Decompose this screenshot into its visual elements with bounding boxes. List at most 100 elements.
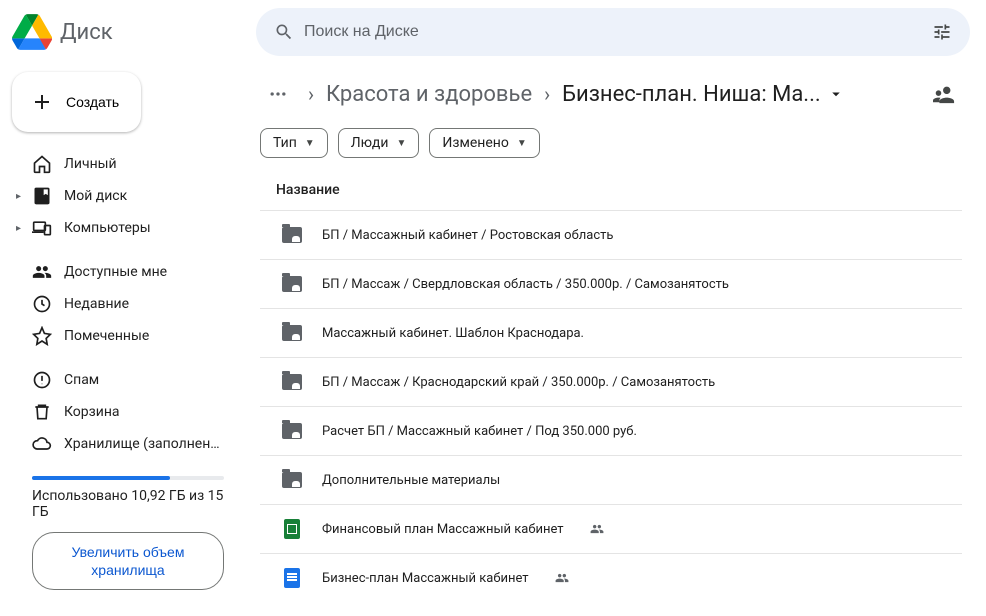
folder-shared-icon xyxy=(282,423,302,439)
filter-label: Тип xyxy=(273,135,297,151)
filter-row: Тип ▼ Люди ▼ Изменено ▼ xyxy=(260,128,962,158)
sidebar-item-label: Недавние xyxy=(64,296,129,312)
sheets-icon xyxy=(284,519,300,539)
breadcrumb-parent[interactable]: Красота и здоровье xyxy=(326,82,532,107)
storage-fill xyxy=(32,476,170,480)
sidebar-item-label: Спам xyxy=(64,372,99,388)
drive-icon xyxy=(32,186,52,206)
search-input[interactable] xyxy=(304,23,922,41)
file-icon-wrap xyxy=(280,223,304,247)
chevron-down-icon xyxy=(827,85,845,103)
search-bar[interactable] xyxy=(256,8,970,56)
people-icon xyxy=(32,262,52,282)
sidebar-item-label: Хранилище (заполнено ... xyxy=(64,436,224,452)
chevron-down-icon: ▼ xyxy=(305,138,315,149)
sidebar-item-storage[interactable]: Хранилище (заполнено ... xyxy=(12,428,236,460)
sidebar-item-trash[interactable]: Корзина xyxy=(12,396,236,428)
file-icon-wrap xyxy=(280,370,304,394)
chevron-down-icon: ▼ xyxy=(396,138,406,149)
more-breadcrumb-button[interactable] xyxy=(260,76,296,112)
nav-group-1: Доступные мне Недавние Помеченные xyxy=(12,256,236,352)
file-row[interactable]: БП / Массаж / Свердловская область / 350… xyxy=(260,259,962,308)
sidebar-item-spam[interactable]: Спам xyxy=(12,364,236,396)
file-list: БП / Массажный кабинет / Ростовская обла… xyxy=(260,210,962,602)
trash-icon xyxy=(32,402,52,422)
filter-modified[interactable]: Изменено ▼ xyxy=(429,128,539,158)
folder-shared-icon xyxy=(282,227,302,243)
share-button[interactable] xyxy=(926,76,962,112)
docs-icon xyxy=(284,568,300,588)
file-name: Финансовый план Массажный кабинет xyxy=(322,522,564,537)
nav-group-2: Спам Корзина Хранилище (заполнено ... xyxy=(12,364,236,460)
clock-icon xyxy=(32,294,52,314)
file-icon-wrap xyxy=(280,468,304,492)
chevron-right-icon: › xyxy=(304,82,318,106)
spam-icon xyxy=(32,370,52,390)
file-row[interactable]: Бизнес-план Массажный кабинет xyxy=(260,553,962,602)
breadcrumb-current[interactable]: Бизнес-план. Ниша: Ма... xyxy=(562,82,845,107)
file-name: БП / Массажный кабинет / Ростовская обла… xyxy=(322,228,613,243)
sidebar-item-starred[interactable]: Помеченные xyxy=(12,320,236,352)
folder-shared-icon xyxy=(282,472,302,488)
folder-shared-icon xyxy=(282,374,302,390)
create-button-label: Создать xyxy=(66,94,119,110)
folder-shared-icon xyxy=(282,325,302,341)
sidebar-item-recent[interactable]: Недавние xyxy=(12,288,236,320)
home-icon xyxy=(32,154,52,174)
tune-icon[interactable] xyxy=(922,22,962,42)
devices-icon xyxy=(32,218,52,238)
sidebar-item-label: Личный xyxy=(64,156,117,172)
file-row[interactable]: Дополнительные материалы xyxy=(260,455,962,504)
main-content: › Красота и здоровье › Бизнес-план. Ниша… xyxy=(248,64,986,616)
sidebar-item-label: Помеченные xyxy=(64,328,149,344)
sidebar-item-label: Мой диск xyxy=(64,188,127,204)
file-row[interactable]: Расчет БП / Массажный кабинет / Под 350.… xyxy=(260,406,962,455)
people-icon xyxy=(933,83,955,105)
folder-shared-icon xyxy=(282,276,302,292)
upgrade-storage-button[interactable]: Увеличить объем хранилища xyxy=(32,532,224,590)
file-row[interactable]: Массажный кабинет. Шаблон Краснодара. xyxy=(260,308,962,357)
storage-bar xyxy=(32,476,224,480)
sidebar-item-label: Корзина xyxy=(64,404,120,420)
header: Диск xyxy=(0,0,986,64)
file-name: Дополнительные материалы xyxy=(322,473,500,488)
chevron-right-icon: › xyxy=(540,82,554,106)
sidebar-item-mydrive[interactable]: ▸ Мой диск xyxy=(12,180,236,212)
shared-icon xyxy=(588,522,606,536)
search-icon[interactable] xyxy=(264,22,304,42)
filter-people[interactable]: Люди ▼ xyxy=(338,128,420,158)
sidebar-item-computers[interactable]: ▸ Компьютеры xyxy=(12,212,236,244)
shared-icon xyxy=(553,571,571,585)
cloud-icon xyxy=(32,434,52,454)
star-icon xyxy=(32,326,52,346)
filter-label: Изменено xyxy=(442,135,508,151)
sidebar-item-shared[interactable]: Доступные мне xyxy=(12,256,236,288)
sidebar: Создать Личный ▸ Мой диск ▸ Компьютеры xyxy=(0,64,248,616)
sidebar-item-label: Доступные мне xyxy=(64,264,167,280)
more-horizontal-icon xyxy=(268,84,288,104)
file-row[interactable]: БП / Массажный кабинет / Ростовская обла… xyxy=(260,210,962,259)
chevron-right-icon[interactable]: ▸ xyxy=(16,191,21,202)
create-button[interactable]: Создать xyxy=(12,72,141,132)
shared-badge xyxy=(588,522,606,536)
logo-block[interactable]: Диск xyxy=(12,12,248,52)
chevron-down-icon: ▼ xyxy=(517,138,527,149)
file-icon-wrap xyxy=(280,321,304,345)
sidebar-item-home[interactable]: Личный xyxy=(12,148,236,180)
shared-badge xyxy=(553,571,571,585)
filter-type[interactable]: Тип ▼ xyxy=(260,128,328,158)
file-row[interactable]: Финансовый план Массажный кабинет xyxy=(260,504,962,553)
plus-icon xyxy=(30,90,54,114)
breadcrumb: › Красота и здоровье › Бизнес-план. Ниша… xyxy=(260,76,962,112)
file-row[interactable]: БП / Массаж / Краснодарский край / 350.0… xyxy=(260,357,962,406)
app-name: Диск xyxy=(60,20,113,45)
file-name: БП / Массаж / Краснодарский край / 350.0… xyxy=(322,375,715,390)
file-icon-wrap xyxy=(280,517,304,541)
file-name: Бизнес-план Массажный кабинет xyxy=(322,571,529,586)
chevron-right-icon[interactable]: ▸ xyxy=(16,223,21,234)
breadcrumb-current-label: Бизнес-план. Ниша: Ма... xyxy=(562,82,821,107)
file-icon-wrap xyxy=(280,566,304,590)
storage-text: Использовано 10,92 ГБ из 15 ГБ xyxy=(12,488,236,532)
column-header-name[interactable]: Название xyxy=(260,174,962,210)
file-icon-wrap xyxy=(280,419,304,443)
